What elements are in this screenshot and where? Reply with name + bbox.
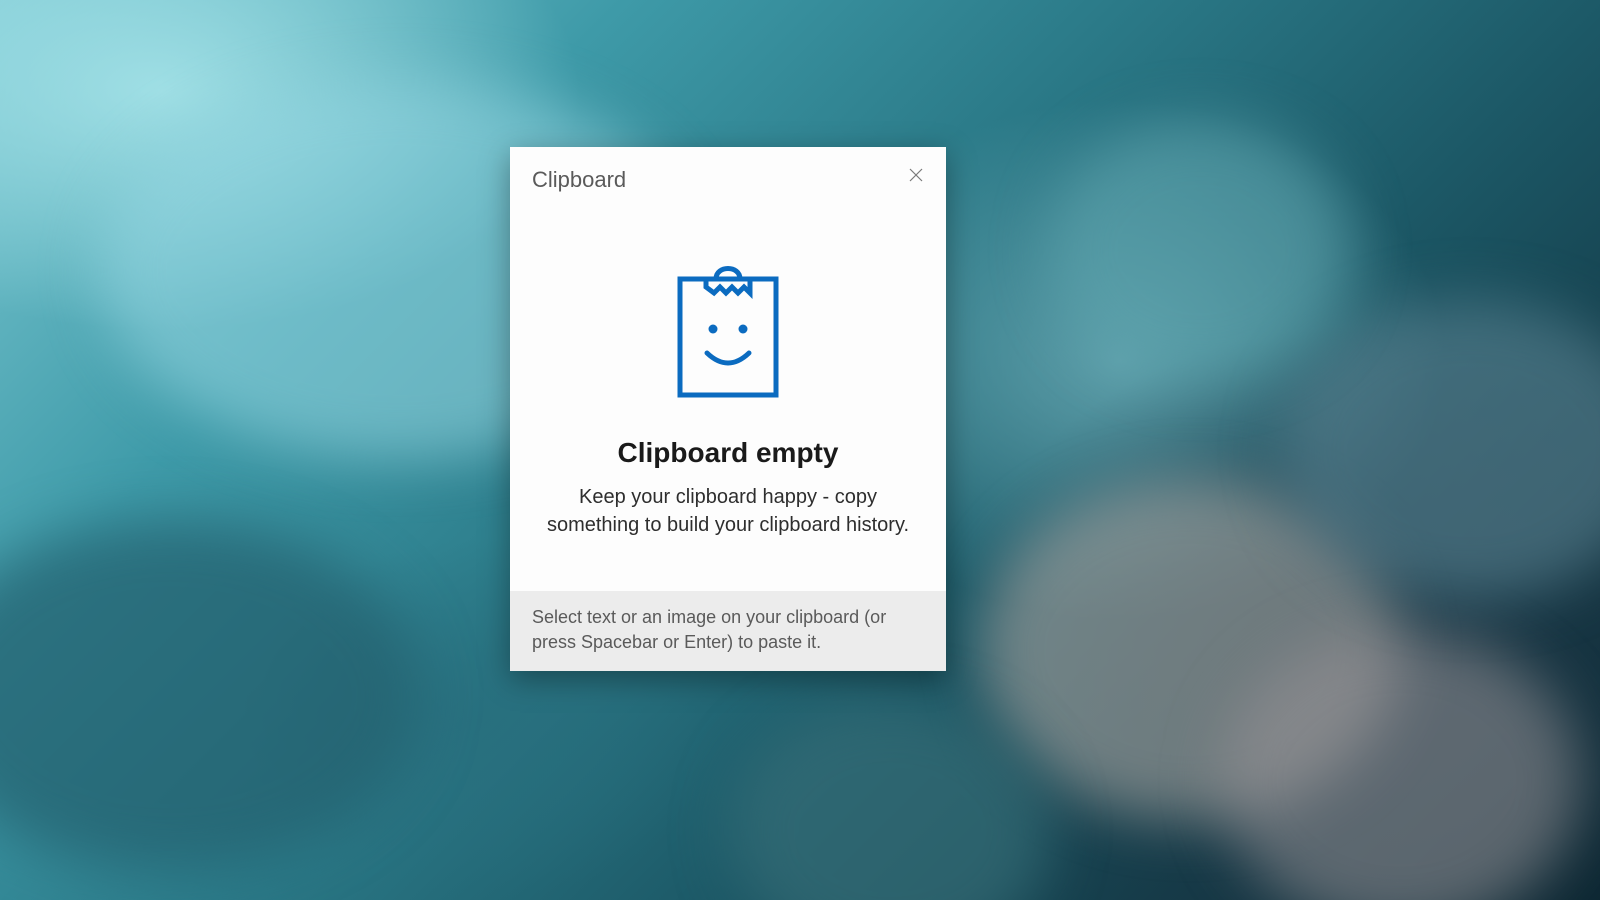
panel-body: Clipboard empty Keep your clipboard happ… (510, 199, 946, 591)
clipboard-smiley-icon (676, 255, 780, 399)
close-button[interactable] (900, 161, 932, 193)
desktop-background: Clipboard (0, 0, 1600, 900)
background-blob (1050, 120, 1350, 380)
clipboard-history-panel: Clipboard (510, 147, 946, 671)
panel-title: Clipboard (532, 167, 626, 193)
background-blob (0, 520, 420, 870)
close-icon (909, 168, 923, 187)
empty-state-heading: Clipboard empty (618, 437, 839, 469)
background-blob (730, 700, 1050, 900)
panel-footer: Select text or an image on your clipboar… (510, 591, 946, 671)
panel-header: Clipboard (510, 147, 946, 199)
empty-state-description: Keep your clipboard happy - copy somethi… (526, 483, 930, 540)
footer-hint-text: Select text or an image on your clipboar… (532, 605, 924, 655)
